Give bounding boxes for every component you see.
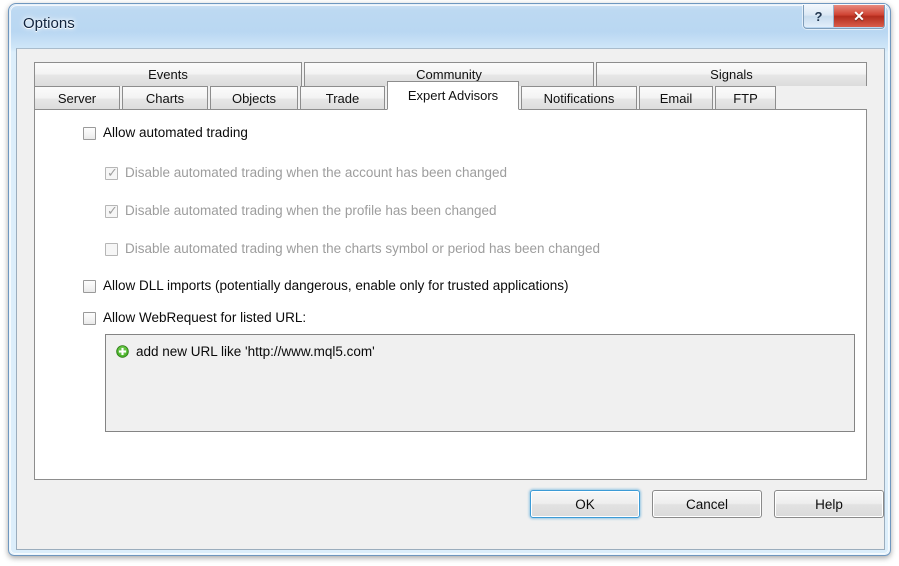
options-dialog-window: Options ? ✕ Events Community Signals Ser… [8,3,891,556]
caption-button-group: ? ✕ [803,5,885,29]
tab-objects[interactable]: Objects [210,86,298,110]
checkbox-label-disable-on-symbol-period-change: Disable automated trading when the chart… [125,241,601,256]
tab-email[interactable]: Email [639,86,713,110]
url-add-new-row[interactable]: add new URL like 'http://www.mql5.com' [116,344,375,359]
plus-circle-icon[interactable] [116,345,129,358]
checkbox-row-disable-on-profile-change: ✓ Disable automated trading when the pro… [105,203,497,218]
tab-signals[interactable]: Signals [596,62,867,86]
title-bar[interactable]: Options ? ✕ [9,4,892,48]
ok-button[interactable]: OK [530,490,640,518]
window-title: Options [23,15,75,32]
url-list-box[interactable]: add new URL like 'http://www.mql5.com' [105,334,855,432]
checkbox-row-disable-on-symbol-period-change: Disable automated trading when the chart… [105,241,600,256]
dialog-footer: OK Cancel Help [17,481,884,549]
check-mark-icon: ✓ [107,203,118,218]
checkbox-label-allow-webrequest: Allow WebRequest for listed URL: [103,310,307,325]
tab-events[interactable]: Events [34,62,302,86]
dialog-client-area: Events Community Signals Server Charts O… [16,48,885,550]
checkbox-row-allow-automated-trading[interactable]: Allow automated trading [83,125,248,140]
checkbox-row-allow-webrequest[interactable]: Allow WebRequest for listed URL: [83,310,306,325]
checkbox-row-disable-on-account-change: ✓ Disable automated trading when the acc… [105,165,507,180]
help-button[interactable]: Help [774,490,884,518]
tab-notifications[interactable]: Notifications [521,86,637,110]
tab-control: Events Community Signals Server Charts O… [34,62,867,480]
tab-server[interactable]: Server [34,86,120,110]
checkbox-row-allow-dll-imports[interactable]: Allow DLL imports (potentially dangerous… [83,278,569,293]
url-add-new-label: add new URL like 'http://www.mql5.com' [136,344,375,359]
expert-advisors-panel: Allow automated trading ✓ Disable automa… [34,109,867,480]
checkbox-allow-webrequest[interactable] [83,312,96,325]
tab-row-bottom: Server Charts Objects Trade Expert Advis… [34,81,867,110]
tab-ftp[interactable]: FTP [715,86,776,110]
cancel-button[interactable]: Cancel [652,490,762,518]
close-icon-button[interactable]: ✕ [834,5,884,27]
checkbox-label-disable-on-profile-change: Disable automated trading when the profi… [125,203,497,218]
tab-trade[interactable]: Trade [300,86,385,110]
checkbox-label-disable-on-account-change: Disable automated trading when the accou… [125,165,508,180]
check-mark-icon: ✓ [107,165,118,180]
checkbox-allow-dll-imports[interactable] [83,280,96,293]
checkbox-label-allow-automated-trading: Allow automated trading [103,125,248,140]
tab-expert-advisors[interactable]: Expert Advisors [387,81,519,110]
checkbox-disable-on-symbol-period-change [105,243,118,256]
help-icon-button[interactable]: ? [804,5,834,27]
checkbox-allow-automated-trading[interactable] [83,127,96,140]
checkbox-disable-on-profile-change: ✓ [105,203,118,218]
checkbox-disable-on-account-change: ✓ [105,165,118,180]
tab-charts[interactable]: Charts [122,86,208,110]
checkbox-label-allow-dll-imports: Allow DLL imports (potentially dangerous… [103,278,569,293]
